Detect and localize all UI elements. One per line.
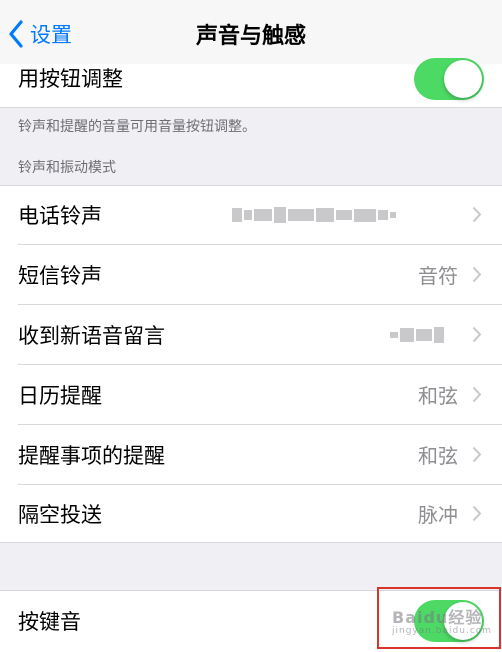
chevron-right-icon	[472, 386, 482, 403]
chevron-right-icon	[472, 505, 482, 522]
divider	[0, 107, 502, 108]
sound-row-voicemail[interactable]: 收到新语音留言	[0, 305, 502, 364]
chevron-right-icon	[472, 446, 482, 463]
sound-row-value: 和弦	[418, 444, 458, 468]
sound-row-value: 脉冲	[418, 503, 458, 527]
sound-row-label: 提醒事项的提醒	[18, 443, 165, 468]
chevron-right-icon	[472, 206, 482, 223]
sound-row-label: 收到新语音留言	[18, 323, 165, 348]
sounds-group: 电话铃声 短信铃声 音符 收到新语音留言 日历提醒 和弦 提醒事项的提醒 和弦	[0, 185, 502, 543]
keyboard-clicks-label: 按键音	[18, 610, 81, 634]
blurred-value	[232, 207, 396, 223]
volume-footnote: 铃声和提醒的音量可用音量按钮调整。	[18, 119, 256, 135]
toggle-knob	[444, 60, 482, 98]
sound-row-label: 短信铃声	[18, 263, 102, 288]
blurred-value	[390, 327, 444, 343]
sound-row-calendar[interactable]: 日历提醒 和弦	[0, 365, 502, 424]
chevron-right-icon	[472, 326, 482, 343]
sound-row-label: 电话铃声	[18, 203, 102, 228]
section-header-ringtones: 铃声和振动模式	[18, 160, 116, 176]
sound-row-label: 日历提醒	[18, 383, 102, 408]
sound-row-label: 隔空投送	[18, 502, 102, 527]
sound-row-value: 音符	[418, 264, 458, 288]
divider	[0, 542, 502, 543]
sound-row-text-tone[interactable]: 短信铃声 音符	[0, 245, 502, 304]
sound-row-value: 和弦	[418, 384, 458, 408]
change-with-buttons-row: 用按钮调整	[0, 52, 502, 104]
watermark-text: Baidu经验	[392, 608, 483, 627]
change-with-buttons-label: 用按钮调整	[18, 67, 123, 91]
sound-row-ringtone[interactable]: 电话铃声	[0, 185, 502, 244]
volume-buttons-group: 用按钮调整	[0, 58, 502, 108]
chevron-right-icon	[472, 266, 482, 283]
change-with-buttons-toggle[interactable]	[414, 58, 484, 100]
watermark-sub: jingyan.baidu.com	[392, 626, 493, 636]
watermark: Baidu经验 jingyan.baidu.com	[392, 604, 492, 636]
page-title: 声音与触感	[195, 24, 306, 49]
sound-row-reminders[interactable]: 提醒事项的提醒 和弦	[0, 425, 502, 484]
sound-row-airdrop[interactable]: 隔空投送 脉冲	[0, 484, 502, 543]
